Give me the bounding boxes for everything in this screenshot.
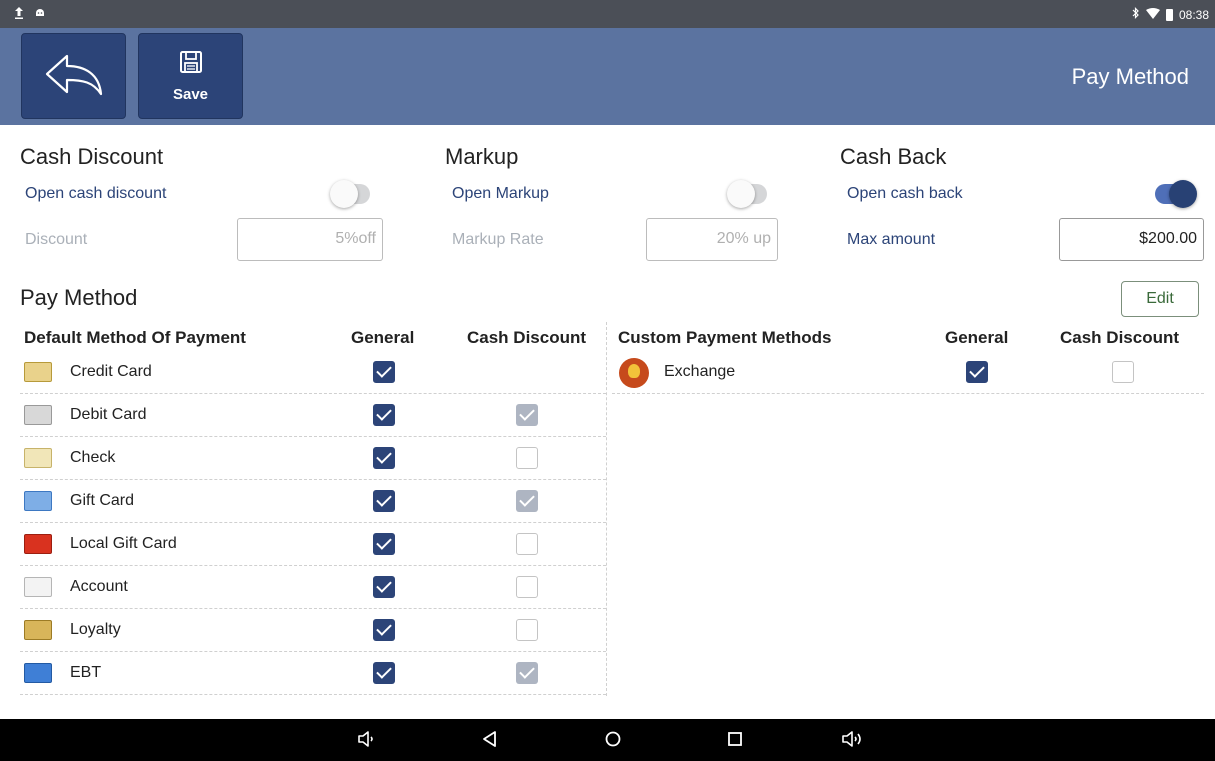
payment-row: Check: [20, 437, 606, 480]
android-icon: [34, 6, 46, 23]
ebt-icon: [24, 663, 52, 683]
cash-back-title: Cash Back: [840, 144, 947, 169]
check-icon: [24, 448, 52, 468]
cash-discount-toggle[interactable]: [330, 178, 372, 208]
custom-cash-discount-checkbox[interactable]: [1112, 361, 1134, 383]
payment-name: Local Gift Card: [70, 535, 177, 552]
open-markup-label: Open Markup: [452, 185, 549, 202]
system-nav-bar: [0, 719, 1215, 761]
general-checkbox[interactable]: [373, 361, 395, 383]
cash-discount-checkbox[interactable]: [516, 619, 538, 641]
max-amount-label: Max amount: [847, 231, 936, 248]
markup-title: Markup: [445, 144, 519, 169]
cash-discount-checkbox[interactable]: [516, 447, 538, 469]
volume-up-icon[interactable]: [840, 728, 868, 756]
pay-method-screen: 08:38 Save Pay Method Cash Discount Open…: [0, 0, 1215, 761]
open-cash-back-label: Open cash back: [847, 185, 963, 202]
custom-general-checkbox[interactable]: [966, 361, 988, 383]
custom-general-header: General: [945, 328, 1009, 347]
cash-discount-checkbox[interactable]: [516, 576, 538, 598]
save-label: Save: [172, 86, 209, 103]
local-gift-card-icon: [24, 534, 52, 554]
battery-icon: [1165, 8, 1173, 21]
cash-discount-checkbox: [516, 490, 538, 512]
discount-input[interactable]: 5%off: [237, 218, 383, 261]
custom-cash-discount-header: Cash Discount: [1060, 328, 1180, 347]
loyalty-icon: [24, 620, 52, 640]
cash-discount-header: Cash Discount: [467, 328, 587, 347]
default-methods-header: Default Method Of Payment: [24, 328, 246, 347]
payment-name: Debit Card: [70, 406, 147, 423]
payment-row: Credit Card: [20, 351, 606, 394]
save-button[interactable]: Save: [138, 33, 243, 119]
payment-row: Loyalty: [20, 609, 606, 652]
general-checkbox[interactable]: [373, 447, 395, 469]
payment-name: EBT: [70, 664, 102, 681]
general-checkbox[interactable]: [373, 533, 395, 555]
recents-icon[interactable]: [725, 728, 745, 756]
payment-name: Loyalty: [70, 621, 121, 638]
custom-payment-name: Exchange: [664, 363, 736, 380]
status-time: 08:38: [1178, 7, 1209, 22]
gift-card-icon: [24, 491, 52, 511]
cash-back-toggle[interactable]: [1153, 178, 1197, 208]
payment-row: Gift Card: [20, 480, 606, 523]
payment-row: Debit Card: [20, 394, 606, 437]
general-checkbox[interactable]: [373, 490, 395, 512]
upload-icon: [14, 6, 24, 23]
back-icon[interactable]: [480, 728, 500, 756]
discount-label: Discount: [25, 231, 88, 248]
general-checkbox[interactable]: [373, 576, 395, 598]
markup-rate-label: Markup Rate: [452, 231, 544, 248]
credit-card-icon: [24, 362, 52, 382]
markup-toggle[interactable]: [727, 178, 769, 208]
custom-payment-row: Exchange: [612, 351, 1204, 394]
back-button[interactable]: [21, 33, 126, 119]
status-bar: 08:38: [0, 0, 1215, 28]
lightbulb-icon: [619, 358, 649, 388]
payment-name: Account: [70, 578, 128, 595]
page-title: Pay Method: [1071, 64, 1189, 89]
payment-row: EBT: [20, 652, 606, 695]
wifi-icon: [1145, 7, 1160, 22]
markup-rate-input[interactable]: 20% up: [646, 218, 778, 261]
home-icon[interactable]: [603, 728, 623, 756]
account-icon: [24, 577, 52, 597]
back-arrow-icon: [43, 50, 105, 103]
max-amount-input[interactable]: $200.00: [1059, 218, 1204, 261]
pay-method-title: Pay Method: [20, 285, 138, 310]
general-checkbox[interactable]: [373, 662, 395, 684]
general-checkbox[interactable]: [373, 619, 395, 641]
table-divider: [606, 322, 607, 696]
payment-row: Local Gift Card: [20, 523, 606, 566]
payment-name: Check: [70, 449, 116, 466]
floppy-disk-icon: [178, 49, 204, 80]
volume-down-icon[interactable]: [356, 728, 378, 756]
payment-name: Gift Card: [70, 492, 135, 509]
app-bar: Save Pay Method: [0, 28, 1215, 125]
general-checkbox[interactable]: [373, 404, 395, 426]
debit-card-icon: [24, 405, 52, 425]
payment-row: Account: [20, 566, 606, 609]
bluetooth-icon: [1132, 7, 1140, 22]
edit-button[interactable]: Edit: [1121, 281, 1199, 317]
payment-name: Credit Card: [70, 363, 152, 380]
custom-methods-header: Custom Payment Methods: [618, 328, 832, 347]
cash-discount-checkbox: [516, 404, 538, 426]
general-header: General: [351, 328, 415, 347]
cash-discount-checkbox[interactable]: [516, 533, 538, 555]
open-cash-discount-label: Open cash discount: [25, 185, 167, 202]
cash-discount-checkbox: [516, 662, 538, 684]
cash-discount-title: Cash Discount: [20, 144, 164, 169]
